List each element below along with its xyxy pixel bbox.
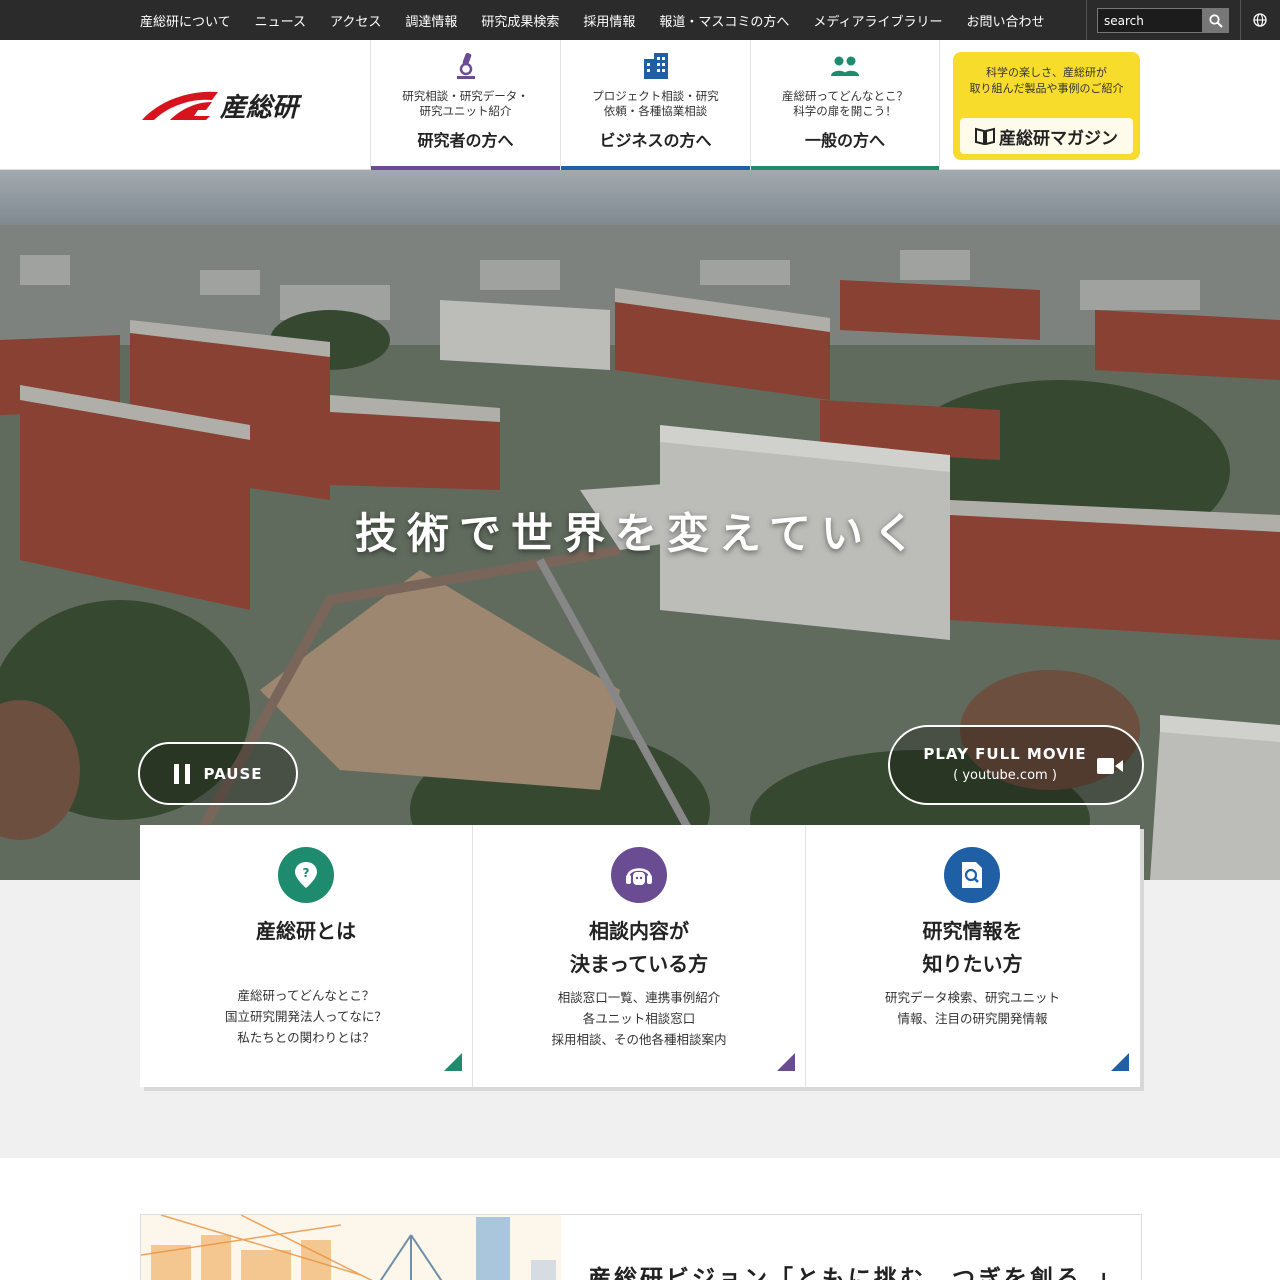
card-description: 研究データ検索、研究ユニット 情報、注目の研究開発情報 (806, 987, 1139, 1029)
nav-general-sub: 産総研ってどんなとこ？科学の扉を開こう！ (782, 89, 908, 118)
search-input[interactable] (1097, 8, 1203, 33)
card-title-line: 産総研とは (256, 919, 356, 943)
card-description: 相談窓口一覧、連携事例紹介 各ユニット相談窓口 採用相談、その他各種相談案内 (473, 987, 805, 1050)
card-description: 産総研ってどんなとこ？ 国立研究開発法人ってなに？ 私たちとの関わりとは？ (140, 985, 472, 1048)
magazine-line-2: 取り組んだ製品や事例のご紹介 (969, 82, 1124, 95)
pause-icon (173, 763, 190, 784)
search-button[interactable] (1203, 8, 1229, 33)
play-full-movie-button[interactable]: PLAY FULL MOVIE ( youtube.com ) (888, 725, 1144, 805)
vision-banner[interactable]: 産総研ビジョン「ともに挑む。つぎを創る。」 (140, 1214, 1142, 1280)
nav-business[interactable]: プロジェクト相談・研究依頼・各種協業相談 ビジネスの方へ (560, 40, 750, 170)
headset-icon (626, 868, 652, 885)
card-about[interactable]: ? 産総研とは 産総研ってどんなとこ？ 国立研究開発法人ってなに？ 私たちとの関… (140, 825, 473, 1087)
card-consultation[interactable]: 相談内容が 決まっている方 相談窓口一覧、連携事例紹介 各ユニット相談窓口 採用… (473, 825, 806, 1087)
card-desc-line: 情報、注目の研究開発情報 (897, 1011, 1048, 1026)
hero-video: 技術で世界を変えていく PAUSE PLAY FULL MOVIE ( yout… (0, 170, 1280, 880)
top-divider (1086, 0, 1087, 40)
movie-label: PLAY FULL MOVIE (923, 745, 1087, 763)
magazine-label: 産総研マガジン (999, 128, 1118, 149)
corner-arrow-icon (444, 1053, 462, 1071)
book-icon (975, 127, 995, 145)
card-title-line: 知りたい方 (922, 952, 1023, 976)
magazine-line-1: 科学の楽しさ、産総研が (986, 66, 1107, 79)
card-desc-line: 研究データ検索、研究ユニット (884, 990, 1060, 1005)
globe-icon (1253, 13, 1267, 27)
card-icon-wrap: ? (278, 847, 334, 903)
card-title: 産総研とは (140, 915, 472, 948)
question-pin-icon: ? (295, 862, 317, 888)
svg-text:?: ? (303, 866, 310, 880)
card-research-info[interactable]: 研究情報を 知りたい方 研究データ検索、研究ユニット 情報、注目の研究開発情報 (806, 825, 1139, 1087)
magazine-button[interactable]: 産総研マガジン (960, 118, 1133, 154)
card-desc-line: 採用相談、その他各種相談案内 (551, 1032, 727, 1047)
site-header: 産総研 研究相談・研究データ・研究ユニット紹介 研究者の方へ プロジェクト相談・… (0, 40, 1280, 170)
topnav-press[interactable]: 報道・マスコミの方へ (659, 11, 789, 30)
magazine-banner[interactable]: 科学の楽しさ、産総研が 取り組んだ製品や事例のご紹介 産総研マガジン (953, 52, 1140, 160)
topnav-access[interactable]: アクセス (330, 11, 381, 30)
document-search-icon (962, 862, 982, 888)
card-icon-wrap (944, 847, 1000, 903)
top-nav: 産総研について ニュース アクセス 調達情報 研究成果検索 採用情報 報道・マス… (140, 0, 1069, 40)
corner-arrow-icon (1111, 1053, 1129, 1071)
corner-arrow-icon (777, 1053, 795, 1071)
card-icon-wrap (611, 847, 667, 903)
topnav-media-library[interactable]: メディアライブラリー (813, 11, 942, 30)
top-divider (1240, 0, 1241, 40)
search-icon (1209, 13, 1223, 28)
topnav-recruit[interactable]: 採用情報 (583, 11, 635, 30)
card-title: 相談内容が 決まっている方 (473, 915, 805, 981)
pause-label: PAUSE (203, 764, 263, 783)
topnav-research-search[interactable]: 研究成果検索 (481, 11, 559, 30)
aist-logo-icon: 産総研 (142, 91, 303, 123)
nav-business-sub: プロジェクト相談・研究依頼・各種協業相談 (592, 89, 719, 118)
vision-section: 産総研ビジョン「ともに挑む。つぎを創る。」 (0, 1158, 1280, 1280)
card-desc-line: 相談窓口一覧、連携事例紹介 (557, 990, 721, 1005)
topnav-contact[interactable]: お問い合わせ (967, 11, 1045, 30)
topnav-procurement[interactable]: 調達情報 (405, 11, 457, 30)
movie-sub-label: ( youtube.com ) (953, 768, 1057, 783)
hero-title: 技術で世界を変えていく (355, 509, 925, 558)
card-desc-line: 国立研究開発法人ってなに？ (225, 1009, 387, 1024)
nav-general[interactable]: 産総研ってどんなとこ？科学の扉を開こう！ 一般の方へ (750, 40, 940, 170)
card-title-line: 決まっている方 (569, 952, 709, 976)
search-box (1097, 8, 1229, 33)
microscope-icon (456, 52, 475, 79)
entry-cards: ? 産総研とは 産総研ってどんなとこ？ 国立研究開発法人ってなに？ 私たちとの関… (140, 825, 1140, 1087)
card-title-line: 研究情報を (922, 919, 1023, 943)
site-logo[interactable]: 産総研 (140, 84, 320, 126)
card-desc-line: 産総研ってどんなとこ？ (237, 988, 375, 1003)
card-desc-line: 各ユニット相談窓口 (582, 1011, 696, 1026)
pause-button[interactable]: PAUSE (138, 742, 298, 805)
nav-researchers[interactable]: 研究相談・研究データ・研究ユニット紹介 研究者の方へ (370, 40, 560, 170)
svg-text:産総研: 産総研 (219, 93, 303, 123)
top-bar: 産総研について ニュース アクセス 調達情報 研究成果検索 採用情報 報道・マス… (0, 0, 1280, 40)
vision-title: 産総研ビジョン「ともに挑む。つぎを創る。」 (588, 1266, 1123, 1280)
nav-general-label: 一般の方へ (804, 131, 885, 150)
vision-illustration (141, 1215, 561, 1280)
card-desc-line: 私たちとの関わりとは？ (237, 1030, 375, 1045)
building-icon (643, 53, 668, 79)
language-button[interactable] (1250, 10, 1270, 30)
people-icon (831, 56, 859, 76)
audience-nav: 研究相談・研究データ・研究ユニット紹介 研究者の方へ プロジェクト相談・研究依頼… (370, 40, 940, 170)
topnav-about[interactable]: 産総研について (140, 11, 231, 30)
nav-business-label: ビジネスの方へ (599, 131, 712, 150)
card-title-line: 相談内容が (589, 919, 689, 943)
magazine-text: 科学の楽しさ、産総研が 取り組んだ製品や事例のご紹介 (953, 65, 1140, 97)
nav-researchers-sub: 研究相談・研究データ・研究ユニット紹介 (402, 89, 529, 118)
topnav-news[interactable]: ニュース (255, 11, 306, 30)
video-camera-icon (1097, 758, 1123, 774)
nav-researchers-label: 研究者の方へ (417, 131, 514, 150)
card-title: 研究情報を 知りたい方 (806, 915, 1139, 981)
